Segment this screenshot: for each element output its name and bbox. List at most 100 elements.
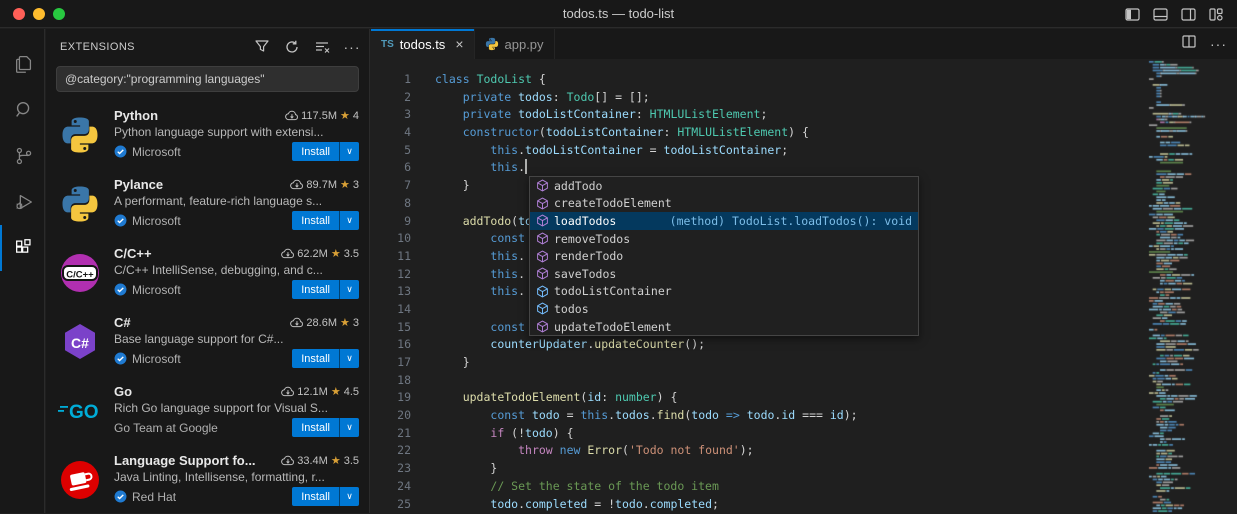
line-number: 15 xyxy=(371,319,411,337)
publisher-name: Microsoft xyxy=(132,145,181,159)
extension-name: C/C++ xyxy=(114,246,281,261)
toggle-panel-icon[interactable] xyxy=(1153,8,1168,21)
install-dropdown-icon[interactable]: ∨ xyxy=(339,211,359,230)
method-icon xyxy=(534,248,550,264)
install-button[interactable]: Install xyxy=(292,418,339,437)
window-title: todos.ts — todo-list xyxy=(0,6,1237,21)
install-split-button: Install∨ xyxy=(292,487,359,506)
suggest-item[interactable]: todoListContainer xyxy=(530,283,918,301)
download-count-icon xyxy=(281,248,294,259)
suggest-item[interactable]: loadTodos(method) TodoList.loadTodos(): … xyxy=(530,212,918,230)
install-dropdown-icon[interactable]: ∨ xyxy=(339,487,359,506)
download-count-icon xyxy=(281,455,294,466)
extension-row[interactable]: Pylance89.7M★3A performant, feature-rich… xyxy=(46,169,369,238)
line-number: 4 xyxy=(371,124,411,142)
download-count: 33.4M xyxy=(297,455,328,467)
customize-layout-icon[interactable] xyxy=(1209,8,1223,21)
line-number: 24 xyxy=(371,478,411,496)
suggest-item[interactable]: todos xyxy=(530,300,918,318)
extension-row[interactable]: C/C++C/C++62.2M★3.5C/C++ IntelliSense, d… xyxy=(46,238,369,307)
extension-row[interactable]: Python117.5M★4Python language support wi… xyxy=(46,100,369,169)
line-number: 6 xyxy=(371,159,411,177)
code-line: 16 counterUpdater.updateCounter(); xyxy=(371,336,1237,354)
line-number: 18 xyxy=(371,372,411,390)
clear-search-results-icon[interactable] xyxy=(313,38,331,56)
line-number: 19 xyxy=(371,389,411,407)
install-split-button: Install∨ xyxy=(292,211,359,230)
split-editor-icon[interactable] xyxy=(1182,35,1196,53)
suggest-item[interactable]: removeTodos xyxy=(530,230,918,248)
extensions-icon[interactable] xyxy=(0,225,45,271)
install-button[interactable]: Install xyxy=(292,211,339,230)
star-icon: ★ xyxy=(331,454,341,467)
publisher-name: Microsoft xyxy=(132,283,181,297)
line-number: 12 xyxy=(371,266,411,284)
install-button[interactable]: Install xyxy=(292,487,339,506)
more-actions-icon[interactable]: ··· xyxy=(343,38,361,56)
text-cursor xyxy=(525,159,527,174)
extension-row[interactable]: C# C#28.6M★3Base language support for C#.… xyxy=(46,307,369,376)
install-dropdown-icon[interactable]: ∨ xyxy=(339,142,359,161)
publisher-name: Go Team at Google xyxy=(114,421,218,435)
extension-details: Python117.5M★4Python language support wi… xyxy=(114,108,359,161)
extension-details: Pylance89.7M★3A performant, feature-rich… xyxy=(114,177,359,230)
run-and-debug-icon[interactable] xyxy=(0,179,45,225)
editor-group: TS todos.ts × app.py ··· 1class TodoList… xyxy=(371,29,1237,513)
line-number: 23 xyxy=(371,460,411,478)
line-number: 1 xyxy=(371,71,411,89)
method-icon xyxy=(534,178,550,194)
extensions-list: Python117.5M★4Python language support wi… xyxy=(46,100,369,514)
code-line: 25 todo.completed = !todo.completed; xyxy=(371,496,1237,514)
extensions-search-input[interactable] xyxy=(57,72,358,86)
install-dropdown-icon[interactable]: ∨ xyxy=(339,280,359,299)
close-tab-icon[interactable]: × xyxy=(455,36,463,52)
zoom-window-button[interactable] xyxy=(53,8,65,20)
rating: 3.5 xyxy=(344,248,359,260)
search-icon[interactable] xyxy=(0,87,45,133)
publisher-name: Microsoft xyxy=(132,352,181,366)
suggest-label: loadTodos xyxy=(554,214,616,228)
svg-text:C#: C# xyxy=(71,335,89,351)
extension-details: Go12.1M★4.5Rich Go language support for … xyxy=(114,384,359,437)
suggest-item[interactable]: updateTodoElement xyxy=(530,318,918,336)
install-button[interactable]: Install xyxy=(292,280,339,299)
filter-extensions-icon[interactable] xyxy=(253,38,271,56)
refresh-icon[interactable] xyxy=(283,38,301,56)
suggest-item[interactable]: saveTodos xyxy=(530,265,918,283)
extension-row[interactable]: Language Support fo...33.4M★3.5Java Lint… xyxy=(46,445,369,514)
line-number: 7 xyxy=(371,177,411,195)
window-controls xyxy=(13,8,65,20)
suggest-item[interactable]: addTodo xyxy=(530,177,918,195)
extension-row[interactable]: GO Go12.1M★4.5Rich Go language support fo… xyxy=(46,376,369,445)
star-icon: ★ xyxy=(331,385,341,398)
minimap[interactable] xyxy=(1145,59,1237,513)
method-icon xyxy=(534,231,550,247)
line-number: 11 xyxy=(371,248,411,266)
install-button[interactable]: Install xyxy=(292,142,339,161)
extension-details: C#28.6M★3Base language support for C#...… xyxy=(114,315,359,368)
python-extension-icon xyxy=(58,113,102,157)
install-dropdown-icon[interactable]: ∨ xyxy=(339,418,359,437)
suggest-item[interactable]: renderTodo xyxy=(530,247,918,265)
editor-more-actions-icon[interactable]: ··· xyxy=(1210,36,1227,52)
go-extension-icon: GO xyxy=(58,389,102,433)
toggle-secondary-sidebar-icon[interactable] xyxy=(1181,8,1196,21)
minimize-window-button[interactable] xyxy=(33,8,45,20)
field-icon xyxy=(534,301,550,317)
suggest-item[interactable]: createTodoElement xyxy=(530,195,918,213)
explorer-icon[interactable] xyxy=(0,41,45,87)
java-extension-icon xyxy=(58,458,102,502)
close-window-button[interactable] xyxy=(13,8,25,20)
source-control-icon[interactable] xyxy=(0,133,45,179)
line-number: 8 xyxy=(371,195,411,213)
suggest-label: todoListContainer xyxy=(554,284,672,298)
method-icon xyxy=(534,213,550,229)
extensions-search-box xyxy=(56,66,359,92)
tab-todos-ts[interactable]: TS todos.ts × xyxy=(371,29,475,59)
svg-text:GO: GO xyxy=(69,402,99,423)
install-button[interactable]: Install xyxy=(292,349,339,368)
publisher-name: Red Hat xyxy=(132,490,176,504)
install-dropdown-icon[interactable]: ∨ xyxy=(339,349,359,368)
tab-app-py[interactable]: app.py xyxy=(475,29,555,59)
toggle-primary-sidebar-icon[interactable] xyxy=(1125,8,1140,21)
